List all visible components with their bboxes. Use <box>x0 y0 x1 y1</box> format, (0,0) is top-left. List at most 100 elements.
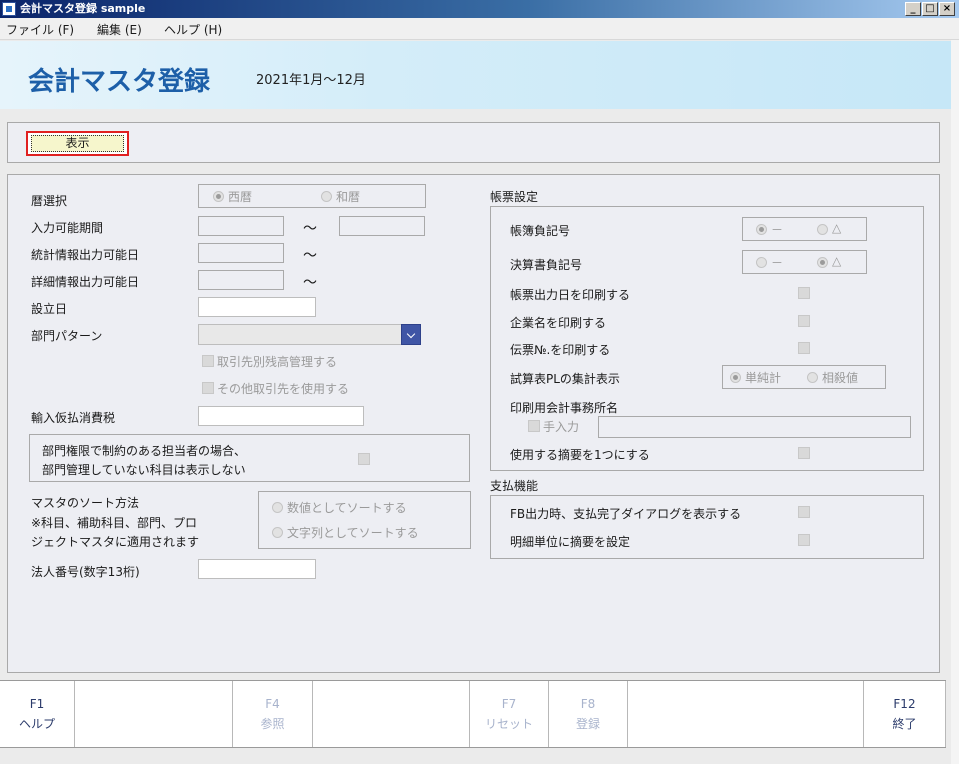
print-output-date-checkbox[interactable] <box>798 287 810 299</box>
established-date-input[interactable] <box>198 297 316 317</box>
other-partner-checkbox[interactable] <box>202 382 214 394</box>
menu-help[interactable]: ヘルプ (H) <box>164 21 222 38</box>
manual-entry-label: 手入力 <box>543 420 580 434</box>
radio-ledger-triangle-label: △ <box>832 221 842 235</box>
dept-restriction-line2: 部門管理していない科目は表示しない <box>42 463 246 477</box>
sort-method-label: マスタのソート方法 <box>31 496 140 510</box>
radio-seireki-label: 西暦 <box>228 190 253 204</box>
f12-exit-button[interactable]: F12 終了 <box>864 681 946 747</box>
print-office-label: 印刷用会計事務所名 <box>510 401 619 415</box>
f8-register-button[interactable]: F8 登録 <box>549 681 628 747</box>
detail-summary-label: 明細単位に摘要を設定 <box>510 535 631 549</box>
f7-label: リセット <box>484 717 533 731</box>
window-title-bar[interactable]: 会計マスタ登録 sample _ □ × <box>0 0 959 18</box>
f7-key: F7 <box>501 697 517 711</box>
office-name-input[interactable] <box>598 416 911 438</box>
radio-statement-minus-label: － <box>771 256 784 270</box>
fkey-empty-1 <box>75 681 233 747</box>
sort-note-line2: ジェクトマスタに適用されます <box>31 535 200 549</box>
menu-edit[interactable]: 編集 (E) <box>97 21 142 38</box>
dept-restriction-line1: 部門権限で制約のある担当者の場合、 <box>42 444 247 458</box>
fkey-empty-3 <box>628 681 864 747</box>
radio-seireki[interactable] <box>213 191 224 202</box>
print-company-checkbox[interactable] <box>798 315 810 327</box>
maximize-button[interactable]: □ <box>922 2 938 16</box>
dept-pattern-label: 部門パターン <box>31 329 103 343</box>
partner-balance-label: 取引先別残高管理する <box>217 355 338 369</box>
detail-summary-checkbox[interactable] <box>798 534 810 546</box>
payment-section-title: 支払機能 <box>490 479 539 493</box>
ledger-sign-label: 帳簿負記号 <box>510 224 571 238</box>
radio-ledger-minus[interactable] <box>756 224 767 235</box>
f4-label: 参照 <box>260 717 285 731</box>
radio-wareki[interactable] <box>321 191 332 202</box>
radio-sort-string-label: 文字列としてソートする <box>287 526 419 540</box>
import-tax-input[interactable] <box>198 406 364 426</box>
f1-label: ヘルプ <box>18 717 55 731</box>
corp-number-label: 法人番号(数字13桁) <box>31 565 140 579</box>
f7-reset-button[interactable]: F7 リセット <box>470 681 549 747</box>
detail-output-label: 詳細情報出力可能日 <box>31 275 140 289</box>
forms-section-title: 帳票設定 <box>490 190 539 204</box>
dept-pattern-select[interactable] <box>198 324 421 345</box>
f12-label: 終了 <box>892 717 917 731</box>
f1-key: F1 <box>29 697 45 711</box>
radio-sort-numeric[interactable] <box>272 502 283 513</box>
input-period-label: 入力可能期間 <box>31 221 104 235</box>
detail-output-tilde: ～ <box>303 275 317 291</box>
f12-key: F12 <box>893 697 916 711</box>
calendar-label: 暦選択 <box>31 194 68 208</box>
page-title: 会計マスタ登録 <box>28 67 211 97</box>
close-button[interactable]: × <box>939 2 955 16</box>
trial-pl-label: 試算表PLの集計表示 <box>510 372 620 386</box>
f4-key: F4 <box>265 697 280 711</box>
radio-ledger-triangle[interactable] <box>817 224 828 235</box>
minimize-button[interactable]: _ <box>905 2 921 16</box>
input-period-start[interactable] <box>198 216 284 236</box>
stats-output-date[interactable] <box>198 243 284 263</box>
stats-output-tilde: ～ <box>303 248 317 264</box>
other-partner-label: その他取引先を使用する <box>217 382 350 396</box>
established-label: 設立日 <box>31 302 68 316</box>
chevron-down-icon[interactable] <box>401 324 421 345</box>
radio-statement-triangle-label: △ <box>832 254 842 268</box>
page-header: 会計マスタ登録 2021年1月～12月 <box>0 41 951 109</box>
radio-sort-string[interactable] <box>272 527 283 538</box>
fkey-empty-2 <box>313 681 470 747</box>
radio-sort-numeric-label: 数値としてソートする <box>287 501 407 515</box>
sort-note-line1: ※科目、補助科目、部門、プロ <box>31 516 198 530</box>
print-output-date-label: 帳票出力日を印刷する <box>510 288 631 302</box>
window-title: 会計マスタ登録 sample <box>20 2 146 15</box>
display-button[interactable]: 表示 <box>31 135 124 152</box>
corp-number-input[interactable] <box>198 559 316 579</box>
menu-bar: ファイル (F) 編集 (E) ヘルプ (H) <box>0 18 959 40</box>
single-summary-checkbox[interactable] <box>798 447 810 459</box>
print-slip-no-checkbox[interactable] <box>798 342 810 354</box>
f4-reference-button[interactable]: F4 参照 <box>233 681 313 747</box>
fiscal-period: 2021年1月～12月 <box>256 73 366 88</box>
f8-key: F8 <box>580 697 596 711</box>
radio-statement-minus[interactable] <box>756 257 767 268</box>
radio-trial-simple-label: 単純計 <box>745 371 782 385</box>
manual-entry-checkbox[interactable] <box>528 420 540 432</box>
fb-dialog-checkbox[interactable] <box>798 506 810 518</box>
f8-label: 登録 <box>575 717 600 731</box>
import-tax-label: 輸入仮払消費税 <box>31 411 116 425</box>
radio-trial-offset[interactable] <box>807 372 818 383</box>
print-company-label: 企業名を印刷する <box>510 316 607 330</box>
input-period-end[interactable] <box>339 216 425 236</box>
input-period-tilde: ～ <box>303 221 317 237</box>
radio-trial-simple[interactable] <box>730 372 741 383</box>
dept-restriction-checkbox[interactable] <box>358 453 370 465</box>
partner-balance-checkbox[interactable] <box>202 355 214 367</box>
single-summary-label: 使用する摘要を1つにする <box>510 448 650 462</box>
radio-ledger-minus-label: － <box>771 223 784 237</box>
statement-sign-label: 決算書負記号 <box>510 258 583 272</box>
app-icon <box>2 2 16 16</box>
detail-output-date[interactable] <box>198 270 284 290</box>
menu-file[interactable]: ファイル (F) <box>6 21 74 38</box>
radio-trial-offset-label: 相殺値 <box>822 371 859 385</box>
f1-help-button[interactable]: F1 ヘルプ <box>0 681 75 747</box>
toolbar-panel <box>7 122 940 163</box>
radio-statement-triangle[interactable] <box>817 257 828 268</box>
